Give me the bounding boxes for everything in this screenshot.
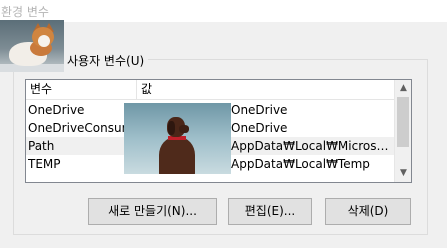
variable-value: OneDrive (231, 121, 288, 135)
cat-photo (0, 20, 64, 72)
list-header: 변수 값 (26, 80, 394, 100)
variable-value: OneDrive (231, 103, 288, 117)
scroll-down-icon[interactable]: ▼ (395, 165, 412, 182)
variable-name: TEMP (28, 157, 61, 171)
variable-name: Path (28, 139, 55, 153)
column-header-variable[interactable]: 변수 (26, 80, 137, 100)
new-button[interactable]: 새로 만들기(N)... (88, 198, 217, 225)
vertical-scrollbar[interactable]: ▲ ▼ (394, 80, 411, 182)
dog-photo (124, 103, 231, 174)
edit-button[interactable]: 편집(E)... (228, 198, 312, 225)
variable-name: OneDrive (28, 103, 85, 117)
column-header-value[interactable]: 값 (137, 80, 394, 100)
user-variables-label: 사용자 변수(U) (64, 52, 149, 69)
variable-name: OneDriveConsume (28, 121, 126, 135)
scroll-thumb[interactable] (397, 97, 409, 147)
scroll-up-icon[interactable]: ▲ (395, 80, 412, 97)
variable-value: AppData₩Local₩Microsoft... (231, 139, 391, 153)
variable-value: AppData₩Local₩Temp (231, 157, 370, 171)
window-title: 환경 변수 (1, 5, 49, 19)
title-bar: 환경 변수 (0, 0, 447, 22)
delete-button[interactable]: 삭제(D) (325, 198, 411, 225)
